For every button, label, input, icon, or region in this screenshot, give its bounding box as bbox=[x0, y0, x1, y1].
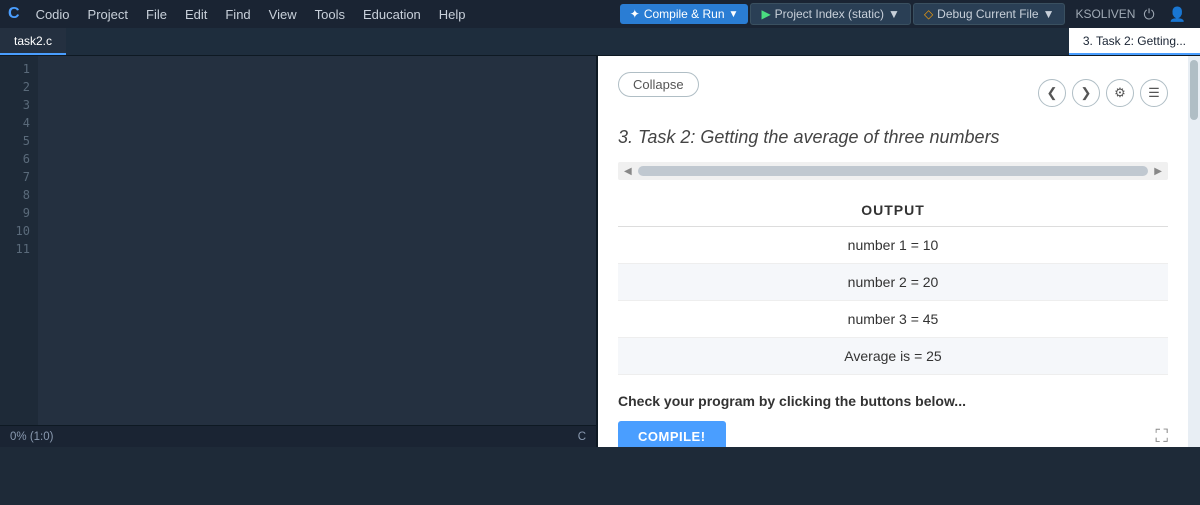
output-header: OUTPUT bbox=[618, 194, 1168, 227]
user-icon[interactable]: 👤 bbox=[1163, 4, 1192, 25]
output-row-4: Average is = 25 bbox=[618, 338, 1168, 375]
line-numbers: 1 2 3 4 5 6 7 8 9 10 11 bbox=[0, 56, 38, 425]
line-num-7: 7 bbox=[0, 168, 30, 186]
list-icon: ☰ bbox=[1148, 85, 1160, 101]
project-dropdown-arrow: ▼ bbox=[888, 7, 900, 21]
vscroll-thumb[interactable] bbox=[1190, 60, 1198, 120]
menu-file[interactable]: File bbox=[138, 5, 175, 24]
menu-view[interactable]: View bbox=[261, 5, 305, 24]
line-num-6: 6 bbox=[0, 150, 30, 168]
right-panel: Collapse ❮ ❯ ⚙ ☰ bbox=[598, 56, 1188, 447]
gear-icon: ⚙ bbox=[1114, 85, 1126, 101]
prev-button[interactable]: ❮ bbox=[1038, 79, 1066, 107]
line-num-4: 4 bbox=[0, 114, 30, 132]
line-num-1: 1 bbox=[0, 60, 30, 78]
editor-panel: 1 2 3 4 5 6 7 8 9 10 11 0% (1:0) C bbox=[0, 56, 598, 447]
app-logo: C bbox=[8, 5, 20, 23]
debug-label: Debug Current File bbox=[937, 7, 1038, 21]
tab-bar: task2.c 3. Task 2: Getting... bbox=[0, 28, 1200, 56]
debug-button[interactable]: ◇ Debug Current File ▼ bbox=[913, 3, 1066, 25]
menu-codio[interactable]: Codio bbox=[28, 5, 78, 24]
status-bar: 0% (1:0) C bbox=[0, 425, 596, 447]
task-title: 3. Task 2: Getting the average of three … bbox=[618, 127, 1168, 148]
project-play-icon: ▶ bbox=[761, 7, 770, 21]
right-content: Collapse ❮ ❯ ⚙ ☰ bbox=[598, 56, 1188, 447]
menu-help[interactable]: Help bbox=[431, 5, 474, 24]
tab-right-task[interactable]: 3. Task 2: Getting... bbox=[1069, 28, 1200, 55]
settings-button[interactable]: ⚙ bbox=[1106, 79, 1134, 107]
table-row: number 3 = 45 bbox=[618, 301, 1168, 338]
right-controls-row: Collapse ❮ ❯ ⚙ ☰ bbox=[618, 72, 1168, 113]
table-row: number 1 = 10 bbox=[618, 227, 1168, 264]
debug-icon: ◇ bbox=[924, 7, 933, 21]
line-num-10: 10 bbox=[0, 222, 30, 240]
right-wrapper: Collapse ❮ ❯ ⚙ ☰ bbox=[598, 56, 1200, 447]
status-language: C bbox=[578, 431, 586, 443]
tab-task2c[interactable]: task2.c bbox=[0, 28, 66, 55]
main-area: 1 2 3 4 5 6 7 8 9 10 11 0% (1:0) C bbox=[0, 56, 1200, 447]
table-row: number 2 = 20 bbox=[618, 264, 1168, 301]
chevron-right-icon: ❯ bbox=[1081, 85, 1092, 101]
line-num-2: 2 bbox=[0, 78, 30, 96]
status-position: 0% (1:0) bbox=[10, 431, 53, 443]
power-icon[interactable]: ⏻ bbox=[1137, 4, 1160, 25]
output-row-1: number 1 = 10 bbox=[618, 227, 1168, 264]
compile-play-icon: ✦ bbox=[630, 7, 640, 21]
scroll-left-arrow[interactable]: ◀ bbox=[622, 166, 634, 177]
tab-right-task-label: 3. Task 2: Getting... bbox=[1083, 34, 1186, 48]
compile-run-label: Compile & Run bbox=[644, 7, 725, 21]
debug-dropdown-arrow: ▼ bbox=[1043, 7, 1055, 21]
scroll-thumb[interactable] bbox=[638, 166, 1149, 176]
output-table: OUTPUT number 1 = 10 number 2 = 20 numbe… bbox=[618, 194, 1168, 375]
output-row-3: number 3 = 45 bbox=[618, 301, 1168, 338]
next-button[interactable]: ❯ bbox=[1072, 79, 1100, 107]
chevron-left-icon: ❮ bbox=[1047, 85, 1058, 101]
compile-button[interactable]: COMPILE! bbox=[618, 421, 726, 447]
collapse-label: Collapse bbox=[633, 77, 684, 92]
line-num-9: 9 bbox=[0, 204, 30, 222]
compile-run-button[interactable]: ✦ Compile & Run ▼ bbox=[620, 4, 749, 24]
code-editor[interactable] bbox=[38, 56, 596, 425]
output-row-2: number 2 = 20 bbox=[618, 264, 1168, 301]
fullscreen-icon[interactable]: ⛶ bbox=[1155, 426, 1168, 447]
scroll-right-arrow[interactable]: ▶ bbox=[1152, 166, 1164, 177]
menu-edit[interactable]: Edit bbox=[177, 5, 215, 24]
line-num-5: 5 bbox=[0, 132, 30, 150]
compile-dropdown-arrow: ▼ bbox=[729, 9, 739, 20]
project-index-button[interactable]: ▶ Project Index (static) ▼ bbox=[750, 3, 911, 25]
line-num-11: 11 bbox=[0, 240, 30, 258]
line-num-3: 3 bbox=[0, 96, 30, 114]
project-index-label: Project Index (static) bbox=[775, 7, 884, 21]
menu-education[interactable]: Education bbox=[355, 5, 429, 24]
table-row: Average is = 25 bbox=[618, 338, 1168, 375]
right-scrollbar[interactable] bbox=[1188, 56, 1200, 447]
line-num-8: 8 bbox=[0, 186, 30, 204]
horizontal-scrollbar[interactable]: ◀ ▶ bbox=[618, 162, 1168, 180]
menu-bar: C Codio Project File Edit Find View Tool… bbox=[0, 0, 1200, 28]
menu-button[interactable]: ☰ bbox=[1140, 79, 1168, 107]
menu-tools[interactable]: Tools bbox=[307, 5, 353, 24]
user-name: KSOLIVEN bbox=[1075, 7, 1135, 21]
collapse-button[interactable]: Collapse bbox=[618, 72, 699, 97]
task-title-text: 3. Task 2: Getting the average of three … bbox=[618, 127, 1000, 147]
nav-buttons: ❮ ❯ ⚙ ☰ bbox=[1038, 79, 1168, 107]
menu-find[interactable]: Find bbox=[217, 5, 258, 24]
menu-project[interactable]: Project bbox=[80, 5, 136, 24]
tab-task2c-label: task2.c bbox=[14, 34, 52, 48]
compile-btn-label: COMPILE! bbox=[638, 429, 706, 444]
editor-area[interactable]: 1 2 3 4 5 6 7 8 9 10 11 bbox=[0, 56, 596, 425]
check-program-text: Check your program by clicking the butto… bbox=[618, 393, 1168, 409]
